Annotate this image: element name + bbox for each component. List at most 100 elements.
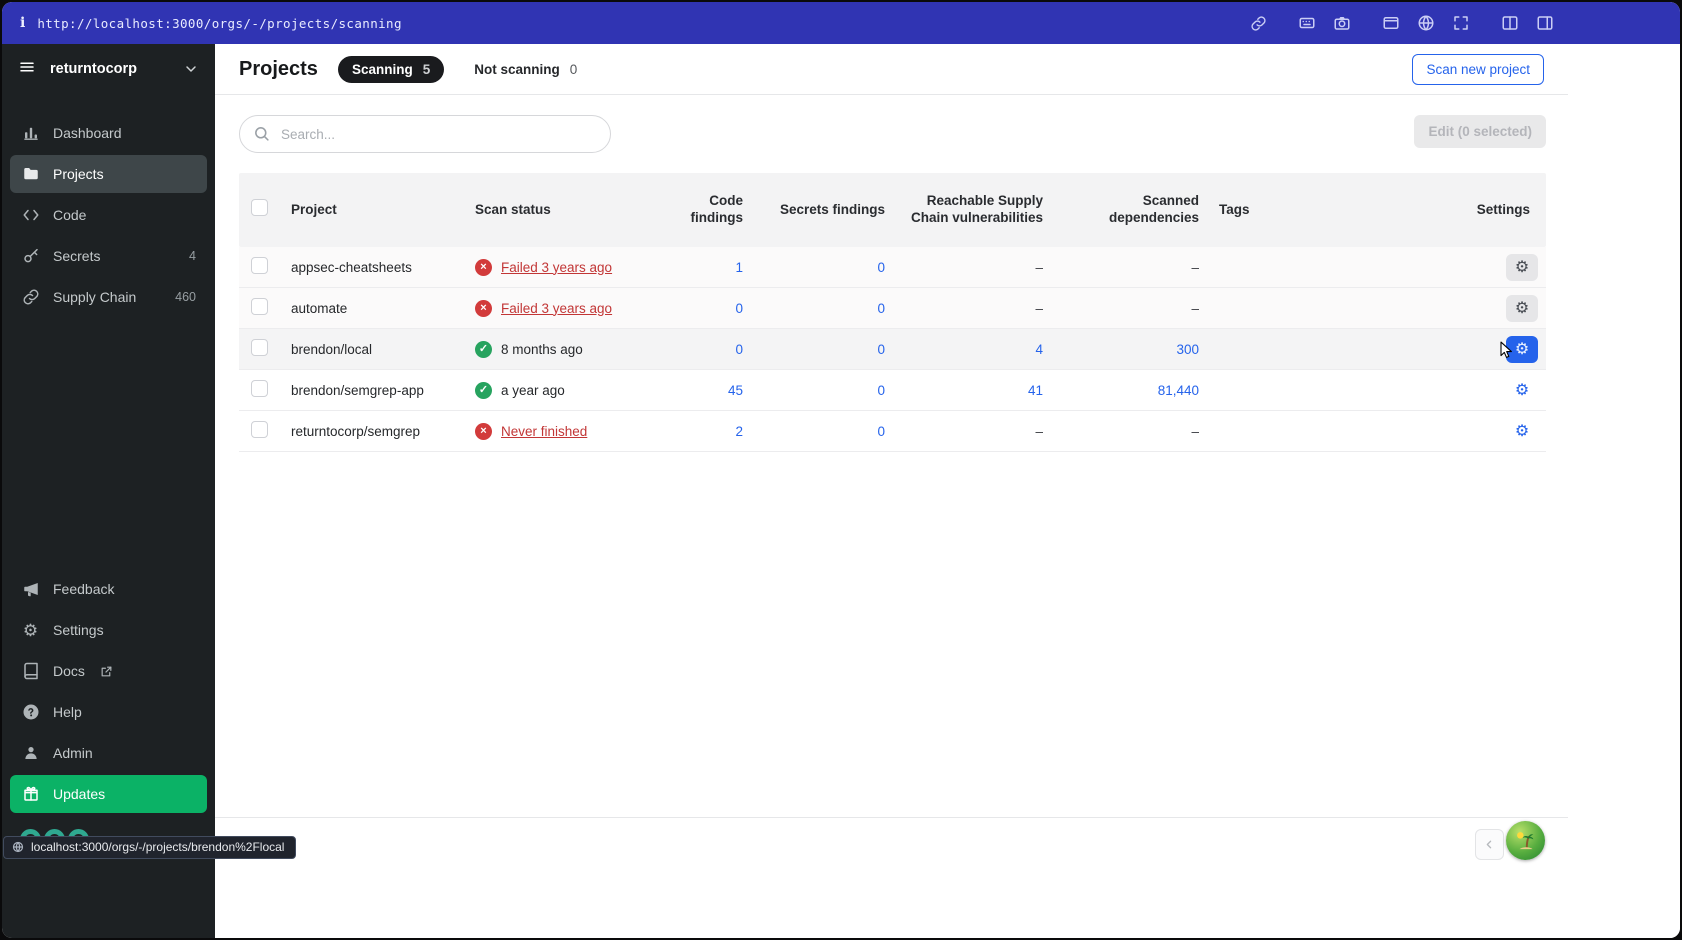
pagination-prev-button[interactable]: [1475, 829, 1504, 860]
globe-icon[interactable]: [1417, 14, 1435, 32]
tab-not-scanning-label: Not scanning: [474, 61, 560, 77]
sidebar-item-secrets[interactable]: Secrets 4: [10, 237, 207, 275]
sidebar-item-docs[interactable]: Docs: [10, 652, 207, 690]
project-name[interactable]: brendon/semgrep-app: [281, 383, 465, 398]
scan-status-icon: ✓: [475, 340, 492, 358]
hamburger-icon[interactable]: [18, 58, 36, 81]
scan-status: ✓ 8 months ago: [465, 340, 651, 358]
project-settings-gear-icon[interactable]: ⚙: [1506, 294, 1538, 322]
secrets-findings-link[interactable]: 0: [753, 342, 895, 357]
sidebar-item-feedback[interactable]: Feedback: [10, 570, 207, 608]
scan-new-project-button[interactable]: Scan new project: [1412, 53, 1544, 85]
sidebar-item-projects[interactable]: Projects: [10, 155, 207, 193]
project-settings-gear-icon[interactable]: ⚙: [1506, 335, 1538, 363]
row-checkbox[interactable]: [251, 298, 268, 315]
code-findings-link[interactable]: 0: [651, 342, 753, 357]
reachable-vulns-value[interactable]: 4: [895, 342, 1053, 357]
chevron-down-icon[interactable]: [183, 61, 199, 77]
row-checkbox[interactable]: [251, 257, 268, 274]
scanned-dependencies-value[interactable]: 300: [1053, 342, 1209, 357]
terminal-icon[interactable]: [1382, 14, 1400, 32]
sidebar-item-help[interactable]: Help: [10, 693, 207, 731]
project-settings-gear-icon[interactable]: ⚙: [1506, 377, 1538, 404]
link-icon[interactable]: [1250, 15, 1267, 32]
scan-status-text[interactable]: 8 months ago: [501, 342, 583, 357]
select-all-checkbox[interactable]: [251, 199, 268, 217]
sidebar-item-settings[interactable]: ⚙ Settings: [10, 611, 207, 649]
tab-scanning[interactable]: Scanning 5: [337, 55, 445, 83]
row-checkbox[interactable]: [251, 380, 268, 397]
code-findings-link[interactable]: 2: [651, 424, 753, 439]
dashboard-icon: [21, 124, 40, 142]
code-findings-link[interactable]: 1: [651, 260, 753, 275]
keyboard-icon[interactable]: [1298, 14, 1316, 32]
project-name[interactable]: automate: [281, 301, 465, 316]
reachable-vulns-value: –: [1035, 300, 1043, 316]
island-extension-icon[interactable]: [1506, 821, 1545, 860]
scanned-dependencies-value[interactable]: 81,440: [1053, 383, 1209, 398]
sidebar-item-admin[interactable]: Admin: [10, 734, 207, 772]
status-link-preview-text: localhost:3000/orgs/-/projects/brendon%2…: [31, 840, 285, 854]
reachable-vulns-value[interactable]: 41: [895, 383, 1053, 398]
row-checkbox[interactable]: [251, 339, 268, 356]
secrets-findings-link[interactable]: 0: [753, 260, 895, 275]
table-header-row: Project Scan status Code findings Secret…: [239, 173, 1546, 247]
secrets-findings-link[interactable]: 0: [753, 301, 895, 316]
sidebar-item-code[interactable]: Code: [10, 196, 207, 234]
sidebar-item-updates[interactable]: Updates: [10, 775, 207, 813]
gear-icon: ⚙: [22, 620, 39, 640]
megaphone-icon: [21, 580, 40, 598]
tab-not-scanning-count: 0: [569, 61, 578, 77]
project-settings-gear-icon[interactable]: ⚙: [1506, 418, 1538, 445]
sidebar-item-supply-chain[interactable]: Supply Chain 460: [10, 278, 207, 316]
scan-status-text[interactable]: Never finished: [501, 424, 587, 439]
edit-selected-button[interactable]: Edit (0 selected): [1414, 115, 1546, 148]
sidebar-item-label: Secrets: [53, 248, 101, 264]
browser-window: i http://localhost:3000/orgs/-/projects/…: [2, 2, 1680, 938]
column-header-code-findings: Code findings: [690, 193, 744, 225]
camera-icon[interactable]: [1333, 14, 1351, 32]
columns-icon[interactable]: [1501, 14, 1519, 32]
scan-status-text[interactable]: Failed 3 years ago: [501, 260, 612, 275]
sidebar-item-dashboard[interactable]: Dashboard: [10, 114, 207, 152]
row-checkbox[interactable]: [251, 421, 268, 438]
project-name[interactable]: appsec-cheatsheets: [281, 260, 465, 275]
sidebar-item-label: Supply Chain: [53, 289, 137, 305]
code-icon: [21, 206, 40, 224]
project-name[interactable]: returntocorp/semgrep: [281, 424, 465, 439]
sidebar-item-label: Code: [53, 207, 87, 223]
scan-status-text[interactable]: a year ago: [501, 383, 565, 398]
tab-not-scanning[interactable]: Not scanning 0: [468, 61, 583, 78]
book-icon: [21, 662, 40, 680]
page-header: Projects Scanning 5 Not scanning 0 Scan …: [215, 44, 1568, 95]
project-settings-gear-icon[interactable]: ⚙: [1506, 253, 1538, 281]
sidebar-item-label: Projects: [53, 166, 104, 182]
sidebar-nav-bottom: Feedback ⚙ Settings Docs Help Admin Upda…: [2, 566, 215, 817]
column-header-scanned-dependencies: Scanned dependencies: [1108, 193, 1199, 225]
code-findings-link[interactable]: 0: [651, 301, 753, 316]
sidebar: returntocorp Dashboard Projects Code Sec…: [2, 44, 215, 938]
topbar-icon-group: [1250, 14, 1554, 32]
sidebar-item-label: Settings: [53, 622, 104, 638]
table-row: brendon/local ✓ 8 months ago 0 0 4 300 ⚙: [239, 329, 1546, 370]
table-body: appsec-cheatsheets × Failed 3 years ago …: [239, 247, 1546, 452]
scan-status-text[interactable]: Failed 3 years ago: [501, 301, 612, 316]
code-findings-link[interactable]: 45: [651, 383, 753, 398]
tab-scanning-count: 5: [422, 61, 431, 77]
sidebar-panel-icon[interactable]: [1536, 14, 1554, 32]
secrets-findings-link[interactable]: 0: [753, 383, 895, 398]
column-header-reachable-vulns: Reachable Supply Chain vulnerabilities: [910, 193, 1043, 225]
project-name[interactable]: brendon/local: [281, 342, 465, 357]
table-footer: [215, 817, 1568, 938]
search-input[interactable]: [239, 115, 611, 153]
secrets-findings-link[interactable]: 0: [753, 424, 895, 439]
status-link-preview: localhost:3000/orgs/-/projects/brendon%2…: [3, 836, 297, 859]
scanned-dependencies-value: –: [1191, 423, 1199, 439]
org-switcher[interactable]: returntocorp: [2, 44, 215, 94]
address-url[interactable]: http://localhost:3000/orgs/-/projects/sc…: [37, 16, 402, 31]
gift-icon: [21, 785, 40, 803]
expand-icon[interactable]: [1452, 14, 1470, 32]
column-header-project: Project: [291, 201, 337, 217]
projects-table: Project Scan status Code findings Secret…: [239, 173, 1546, 452]
